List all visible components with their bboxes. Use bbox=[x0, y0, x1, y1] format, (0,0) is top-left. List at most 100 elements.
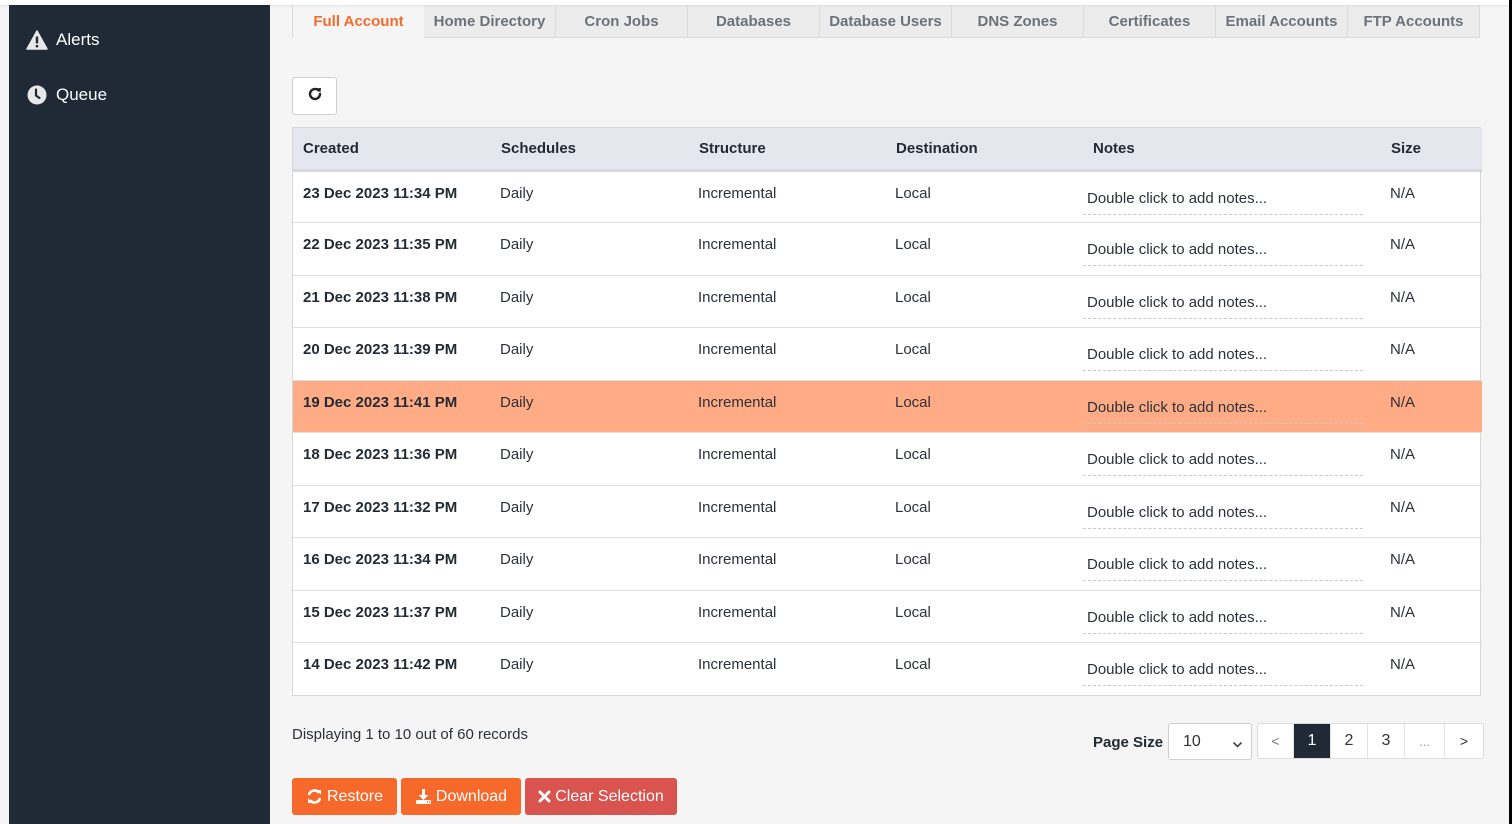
cell-destination: Local bbox=[895, 236, 931, 253]
page-size-select[interactable]: 10 bbox=[1168, 723, 1252, 760]
table-row[interactable]: 20 Dec 2023 11:39 PM Daily Incremental Loca… bbox=[293, 328, 1482, 381]
tab-email-accounts[interactable]: Email Accounts bbox=[1216, 5, 1348, 38]
download-label: Download bbox=[435, 787, 508, 805]
pagination-page-2[interactable]: 2 bbox=[1331, 724, 1368, 758]
cell-structure: Incremental bbox=[698, 603, 777, 621]
cell-schedules: Daily bbox=[500, 236, 534, 253]
clear-selection-label: Clear Selection bbox=[555, 787, 664, 805]
table-body: 23 Dec 2023 11:34 PM Daily Incremental Loca… bbox=[293, 170, 1482, 695]
cell-destination: Local bbox=[895, 603, 931, 621]
column-header-size[interactable]: Size bbox=[1381, 128, 1482, 170]
table-row[interactable]: 15 Dec 2023 11:37 PM Daily Incremental Loca… bbox=[293, 590, 1482, 643]
cell-size: N/A bbox=[1390, 446, 1416, 463]
sidebar-item-alerts[interactable]: Alerts bbox=[26, 29, 99, 51]
tab-home-directory[interactable]: Home Directory bbox=[424, 5, 556, 38]
tab-databases[interactable]: Databases bbox=[688, 5, 820, 38]
close-icon bbox=[538, 790, 551, 803]
tab-full-account[interactable]: Full Account bbox=[292, 5, 424, 38]
cell-size: N/A bbox=[1390, 551, 1416, 568]
cell-structure: Incremental bbox=[698, 236, 777, 253]
page-size-label: Page Size bbox=[1093, 734, 1164, 751]
notes-editable[interactable]: Double click to add notes... bbox=[1083, 556, 1363, 581]
table-row[interactable]: 14 Dec 2023 11:42 PM Daily Incremental Loca… bbox=[293, 643, 1482, 696]
cell-structure: Incremental bbox=[698, 551, 777, 568]
download-button[interactable]: Download bbox=[401, 778, 521, 815]
cell-size: N/A bbox=[1390, 341, 1416, 358]
cell-notes: Double click to add notes... bbox=[1083, 328, 1381, 381]
cell-size: N/A bbox=[1390, 498, 1416, 516]
cell-schedules: Daily bbox=[500, 498, 534, 516]
pagination-prev[interactable]: < bbox=[1258, 724, 1294, 758]
download-icon bbox=[415, 788, 432, 805]
cell-schedules: Daily bbox=[500, 656, 534, 673]
column-header-structure[interactable]: Structure bbox=[689, 128, 886, 170]
column-header-notes[interactable]: Notes bbox=[1083, 128, 1381, 170]
pagination-page-3[interactable]: 3 bbox=[1368, 724, 1405, 758]
cell-notes: Double click to add notes... bbox=[1083, 223, 1381, 276]
notes-editable[interactable]: Double click to add notes... bbox=[1083, 399, 1363, 424]
cell-notes: Double click to add notes... bbox=[1083, 485, 1381, 538]
notes-editable[interactable]: Double click to add notes... bbox=[1083, 294, 1363, 319]
cell-size: N/A bbox=[1390, 236, 1416, 253]
sidebar: Alerts Queue bbox=[9, 5, 270, 824]
cell-schedules: Daily bbox=[500, 288, 534, 306]
tab-dns-zones[interactable]: DNS Zones bbox=[952, 5, 1084, 38]
notes-editable[interactable]: Double click to add notes... bbox=[1083, 190, 1363, 215]
cell-notes: Double click to add notes... bbox=[1083, 170, 1381, 223]
notes-editable[interactable]: Double click to add notes... bbox=[1083, 661, 1363, 686]
column-header-destination[interactable]: Destination bbox=[886, 128, 1083, 170]
cell-created: 18 Dec 2023 11:36 PM bbox=[303, 446, 458, 463]
clear-selection-button[interactable]: Clear Selection bbox=[525, 778, 677, 815]
cell-schedules: Daily bbox=[500, 603, 534, 621]
cell-schedules: Daily bbox=[500, 341, 534, 358]
table-row[interactable]: 22 Dec 2023 11:35 PM Daily Incremental Loca… bbox=[293, 223, 1482, 276]
notes-editable[interactable]: Double click to add notes... bbox=[1083, 346, 1363, 371]
table-row[interactable]: 21 Dec 2023 11:38 PM Daily Incremental Loca… bbox=[293, 275, 1482, 328]
warning-triangle-icon bbox=[26, 29, 48, 51]
cell-schedules: Daily bbox=[500, 551, 534, 568]
table-row[interactable]: 19 Dec 2023 11:41 PM Daily Incremental Loca… bbox=[293, 380, 1482, 433]
cell-destination: Local bbox=[895, 498, 931, 516]
cell-schedules: Daily bbox=[500, 184, 534, 202]
table-row[interactable]: 17 Dec 2023 11:32 PM Daily Incremental Loca… bbox=[293, 485, 1482, 538]
notes-editable[interactable]: Double click to add notes... bbox=[1083, 504, 1363, 529]
table-row[interactable]: 23 Dec 2023 11:34 PM Daily Incremental Loca… bbox=[293, 170, 1482, 223]
backups-table: Created Schedules Structure Destination … bbox=[292, 127, 1482, 696]
cell-size: N/A bbox=[1390, 656, 1416, 673]
cell-created: 19 Dec 2023 11:41 PM bbox=[303, 393, 458, 411]
sidebar-item-queue[interactable]: Queue bbox=[26, 84, 107, 106]
cell-structure: Incremental bbox=[698, 393, 777, 411]
column-header-schedules[interactable]: Schedules bbox=[491, 128, 689, 170]
tab-certificates[interactable]: Certificates bbox=[1084, 5, 1216, 38]
pagination-ellipsis[interactable]: ... bbox=[1405, 724, 1445, 758]
cell-created: 20 Dec 2023 11:39 PM bbox=[303, 341, 458, 358]
cell-created: 21 Dec 2023 11:38 PM bbox=[303, 288, 458, 306]
notes-editable[interactable]: Double click to add notes... bbox=[1083, 609, 1363, 634]
restore-button[interactable]: Restore bbox=[292, 778, 397, 815]
refresh-icon bbox=[307, 86, 323, 107]
notes-editable[interactable]: Double click to add notes... bbox=[1083, 241, 1363, 266]
cell-structure: Incremental bbox=[698, 341, 777, 358]
cell-notes: Double click to add notes... bbox=[1083, 275, 1381, 328]
pagination-page-1[interactable]: 1 bbox=[1294, 724, 1331, 758]
tab-ftp-accounts[interactable]: FTP Accounts bbox=[1348, 5, 1480, 38]
table-row[interactable]: 16 Dec 2023 11:34 PM Daily Incremental Loca… bbox=[293, 538, 1482, 591]
cell-notes: Double click to add notes... bbox=[1083, 538, 1381, 591]
cell-structure: Incremental bbox=[698, 288, 777, 306]
cell-notes: Double click to add notes... bbox=[1083, 643, 1381, 696]
table-row[interactable]: 18 Dec 2023 11:36 PM Daily Incremental Loca… bbox=[293, 433, 1482, 485]
tab-cron-jobs[interactable]: Cron Jobs bbox=[556, 5, 688, 38]
pagination-next[interactable]: > bbox=[1445, 724, 1483, 758]
cell-created: 16 Dec 2023 11:34 PM bbox=[303, 551, 458, 568]
notes-editable[interactable]: Double click to add notes... bbox=[1083, 451, 1363, 476]
cell-destination: Local bbox=[895, 551, 931, 568]
cell-size: N/A bbox=[1390, 393, 1416, 411]
column-header-created[interactable]: Created bbox=[293, 128, 491, 170]
table-header-row: Created Schedules Structure Destination … bbox=[293, 128, 1482, 170]
chevron-down-icon bbox=[1232, 736, 1243, 754]
cell-created: 17 Dec 2023 11:32 PM bbox=[303, 498, 458, 516]
refresh-button[interactable] bbox=[292, 77, 337, 115]
sidebar-item-label: Queue bbox=[56, 85, 108, 104]
cell-structure: Incremental bbox=[698, 656, 777, 673]
tab-database-users[interactable]: Database Users bbox=[820, 5, 952, 38]
